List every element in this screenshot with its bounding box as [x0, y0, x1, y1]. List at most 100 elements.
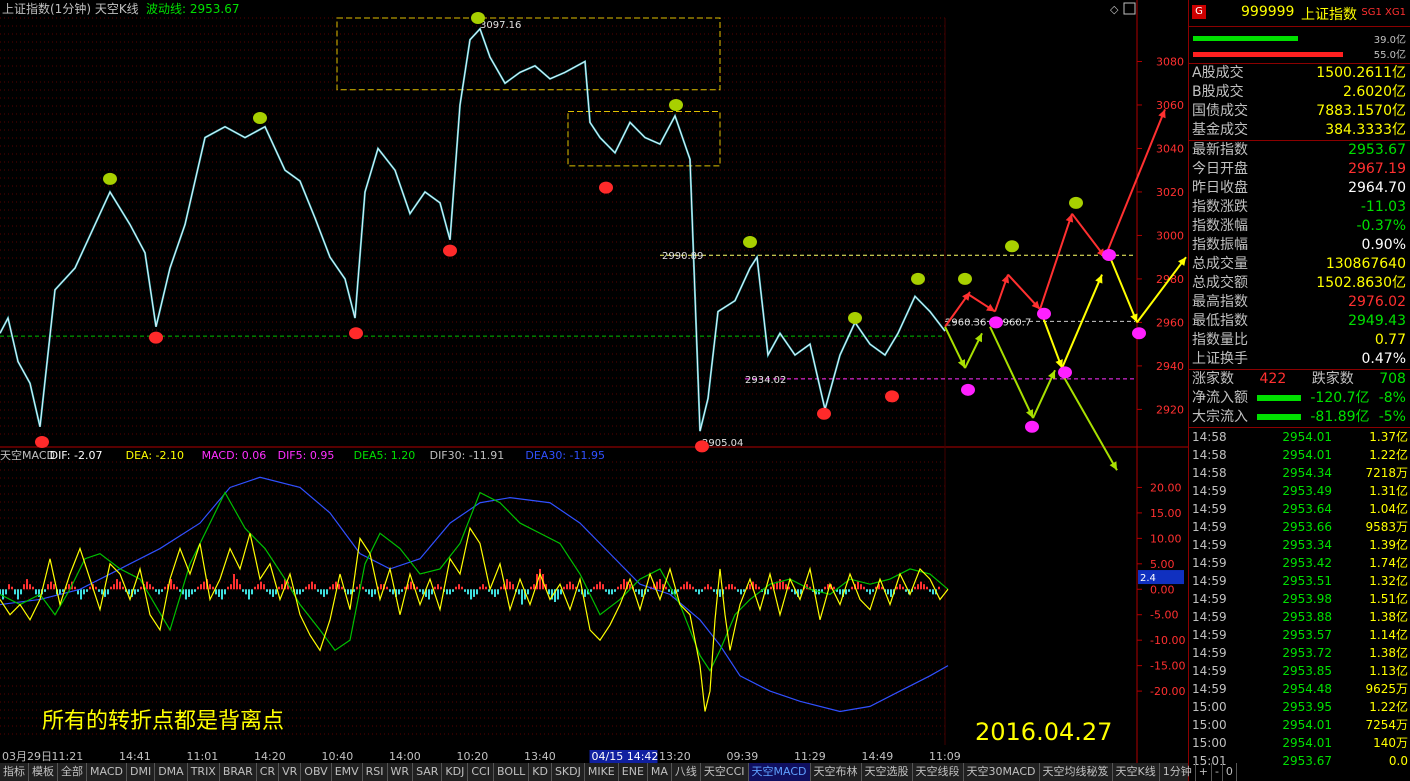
tab-天空选股[interactable]: 天空选股	[862, 763, 913, 781]
tab-天空均线秘笈[interactable]: 天空均线秘笈	[1040, 763, 1113, 781]
tab-extra[interactable]: 0	[1223, 763, 1237, 781]
x-tick-label: 14:49	[862, 750, 894, 763]
quote-header: G 999999 上证指数 SG1 XG1	[1189, 0, 1410, 27]
tab-八线[interactable]: 八线	[672, 763, 701, 781]
trade-time: 14:59	[1192, 520, 1227, 534]
trade-volume: 1.14亿	[1369, 628, 1408, 642]
y-tick-label: 3060	[1156, 99, 1184, 112]
chart-area[interactable]: 29202940296029803000302030403060308020.0…	[0, 0, 1188, 763]
trade-row: 14:58 2954.01 1.22亿	[1189, 446, 1410, 464]
tab-MACD[interactable]: MACD	[87, 763, 127, 781]
tab-天空CCI[interactable]: 天空CCI	[701, 763, 749, 781]
macd-tick-label: 0.00	[1150, 583, 1175, 596]
y-tick-label: 3020	[1156, 186, 1184, 199]
tab-KDJ[interactable]: KDJ	[442, 763, 469, 781]
g-badge[interactable]: G	[1192, 5, 1206, 19]
tab-MA[interactable]: MA	[648, 763, 672, 781]
trade-list[interactable]: 14:58 2954.01 1.37亿 14:58 2954.01 1.22亿 14:58 2…	[1189, 428, 1410, 770]
tab-SKDJ[interactable]: SKDJ	[552, 763, 585, 781]
tab-KD[interactable]: KD	[529, 763, 552, 781]
sg-label: SG1 XG1	[1361, 7, 1406, 18]
x-tick-label: 14:20	[254, 750, 286, 763]
stat-row-label: 今日开盘	[1192, 161, 1248, 177]
trade-time: 14:59	[1192, 682, 1227, 696]
tab-extra[interactable]: -	[1212, 763, 1223, 781]
window-ctrl-diamond: ◇	[1110, 3, 1119, 16]
tab-RSI[interactable]: RSI	[363, 763, 388, 781]
tab-模板[interactable]: 模板	[29, 763, 58, 781]
stat-row: 指数振幅 0.90%	[1189, 236, 1410, 255]
bottom-marker	[349, 327, 363, 340]
tab-OBV[interactable]: OBV	[301, 763, 332, 781]
turnover-row: B股成交 2.6020亿	[1189, 83, 1410, 102]
tab-BRAR[interactable]: BRAR	[220, 763, 257, 781]
price-line	[0, 27, 946, 432]
tab-EMV[interactable]: EMV	[332, 763, 363, 781]
date-label: 2016.04.27	[975, 718, 1112, 746]
trade-volume: 1.37亿	[1369, 430, 1408, 444]
tab-天空30MACD[interactable]: 天空30MACD	[964, 763, 1040, 781]
consolidation-box	[336, 17, 721, 91]
tab-TRIX[interactable]: TRIX	[188, 763, 220, 781]
macd-legend-item: DIF30: -11.91	[430, 449, 505, 462]
x-tick-label: 11:21	[52, 750, 84, 763]
trade-price: 2954.01	[1282, 736, 1332, 750]
x-tick-label: 09:39	[727, 750, 759, 763]
turnover-row-label: 国债成交	[1192, 103, 1248, 119]
tab-BOLL[interactable]: BOLL	[494, 763, 530, 781]
tab-CR[interactable]: CR	[257, 763, 280, 781]
trade-price: 2953.66	[1282, 520, 1332, 534]
stat-row-value: 0.77	[1374, 332, 1406, 348]
macd-series-DIF	[0, 526, 949, 712]
stat-row: 总成交量 130867640	[1189, 255, 1410, 274]
tab-DMI[interactable]: DMI	[127, 763, 156, 781]
tab-天空MACD[interactable]: 天空MACD	[748, 763, 811, 781]
stat-row-value: 2949.43	[1348, 313, 1406, 329]
tab-SAR[interactable]: SAR	[413, 763, 443, 781]
x-tick-label: 13:40	[524, 750, 556, 763]
tab-ENE[interactable]: ENE	[619, 763, 648, 781]
window-ctrl-box	[1123, 2, 1136, 15]
trade-volume: 1.13亿	[1369, 664, 1408, 678]
tab-DMA[interactable]: DMA	[155, 763, 188, 781]
tab-全部[interactable]: 全部	[58, 763, 87, 781]
tab-extra[interactable]: +	[1196, 763, 1212, 781]
trade-time: 14:59	[1192, 628, 1227, 642]
top-marker	[848, 312, 862, 325]
price-line-shadow	[0, 26, 946, 432]
y-tick-label: 3080	[1156, 55, 1184, 68]
trade-price: 2954.34	[1282, 466, 1332, 480]
stat-row: 最低指数 2949.43	[1189, 312, 1410, 331]
tab-VR[interactable]: VR	[279, 763, 302, 781]
tab-WR[interactable]: WR	[388, 763, 414, 781]
tab-天空K线[interactable]: 天空K线	[1113, 763, 1160, 781]
macd-tick-label: 5.00	[1150, 558, 1175, 571]
sell-value: 55.0亿	[1373, 50, 1406, 61]
tab-天空布林[interactable]: 天空布林	[811, 763, 862, 781]
stat-row-label: 指数振幅	[1192, 237, 1248, 253]
trade-volume: 1.31亿	[1369, 484, 1408, 498]
stat-row: 总成交额 1502.8630亿	[1189, 274, 1410, 293]
trade-price: 2953.98	[1282, 592, 1332, 606]
trade-volume: 1.22亿	[1369, 700, 1408, 714]
interval-label[interactable]: 1分钟	[1160, 763, 1196, 781]
tab-天空线段[interactable]: 天空线段	[913, 763, 964, 781]
forecast-arrow	[1059, 369, 1118, 471]
top-marker	[958, 272, 972, 285]
stat-row-label: 总成交量	[1192, 256, 1248, 272]
caption: 所有的转折点都是背离点	[42, 709, 284, 734]
top-marker	[743, 235, 757, 248]
buy-bar	[1193, 36, 1298, 41]
x-tick-label: 03月29日	[2, 750, 52, 763]
forecast-arrowhead	[962, 291, 970, 301]
tab-MIKE[interactable]: MIKE	[585, 763, 619, 781]
tab-CCI[interactable]: CCI	[468, 763, 494, 781]
stat-row-label: 指数涨跌	[1192, 199, 1248, 215]
trade-price: 2954.01	[1282, 430, 1332, 444]
consolidation-box	[567, 110, 721, 167]
y-tick-label: 2940	[1156, 360, 1184, 373]
tab-指标[interactable]: 指标	[0, 763, 29, 781]
stat-row-value: -0.37%	[1356, 218, 1406, 234]
trade-price: 2953.49	[1282, 484, 1332, 498]
flow-value: -120.7亿	[1310, 390, 1370, 406]
